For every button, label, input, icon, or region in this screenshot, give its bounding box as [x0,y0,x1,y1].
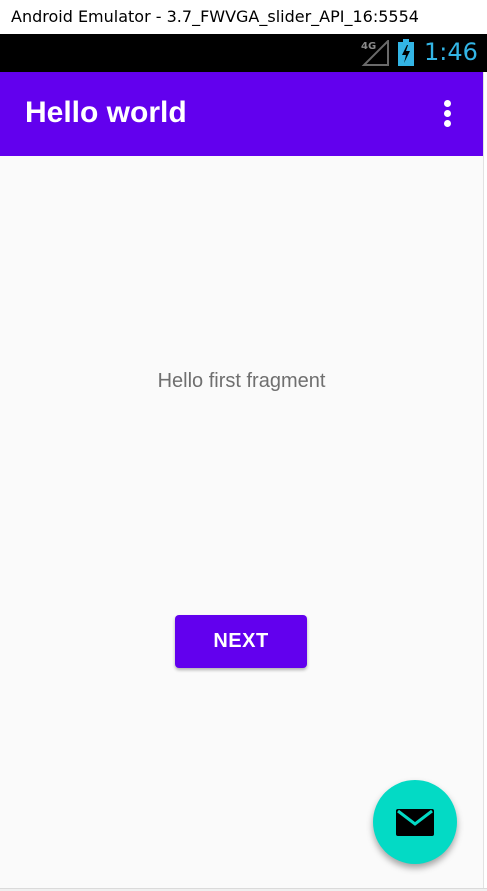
signal-4g-icon: 4G [361,40,389,66]
emulator-window: Android Emulator - 3.7_FWVGA_slider_API_… [0,0,487,891]
next-button[interactable]: NEXT [175,615,307,668]
battery-charging-icon [398,39,414,66]
window-titlebar: Android Emulator - 3.7_FWVGA_slider_API_… [0,0,487,34]
status-clock: 1:46 [424,38,478,66]
email-fab[interactable] [373,780,457,864]
window-title: Android Emulator - 3.7_FWVGA_slider_API_… [11,7,419,26]
window-frame-right [483,72,487,891]
fragment-content: Hello first fragment NEXT [0,156,483,889]
app-title: Hello world [25,96,187,129]
fragment-text: Hello first fragment [157,370,326,392]
app-bar: Hello world [0,72,483,156]
email-icon [396,809,434,836]
menu-dot [444,100,451,107]
menu-dot [444,120,451,127]
status-bar: 4G 1:46 [0,34,487,72]
menu-dot [444,110,451,117]
network-type-label: 4G [361,41,376,52]
more-vert-icon[interactable] [436,98,460,130]
